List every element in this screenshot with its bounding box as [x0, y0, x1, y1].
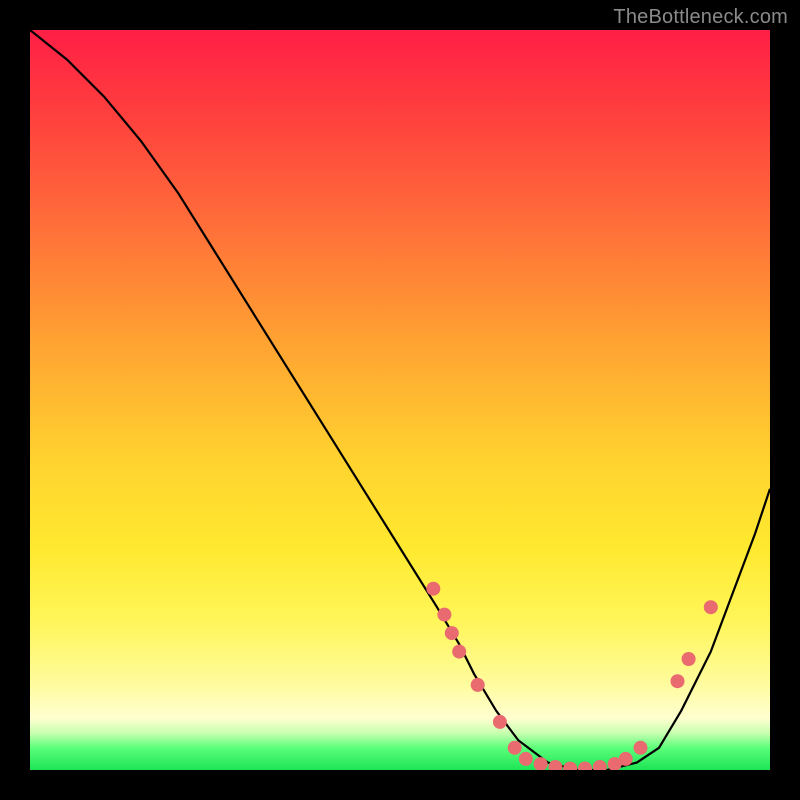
bottleneck-curve	[30, 30, 770, 770]
data-point	[437, 608, 451, 622]
data-point	[634, 741, 648, 755]
curve-overlay	[30, 30, 770, 770]
data-points	[426, 582, 718, 770]
chart-frame: TheBottleneck.com	[0, 0, 800, 800]
data-point	[619, 752, 633, 766]
data-point	[682, 652, 696, 666]
attribution-label: TheBottleneck.com	[613, 6, 788, 29]
data-point	[563, 762, 577, 771]
data-point	[426, 582, 440, 596]
data-point	[593, 760, 607, 770]
data-point	[704, 600, 718, 614]
data-point	[578, 762, 592, 771]
data-point	[534, 757, 548, 770]
data-point	[508, 741, 522, 755]
data-point	[493, 715, 507, 729]
data-point	[445, 626, 459, 640]
data-point	[471, 678, 485, 692]
plot-area	[30, 30, 770, 770]
data-point	[452, 645, 466, 659]
data-point	[548, 760, 562, 770]
data-point	[671, 674, 685, 688]
data-point	[519, 752, 533, 766]
